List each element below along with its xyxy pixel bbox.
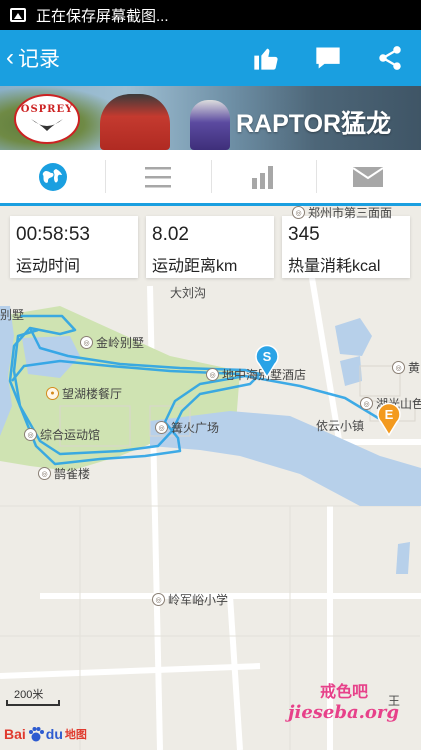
image-icon (10, 8, 26, 22)
map-poi: ◎ 岭军峪小学 (152, 591, 228, 608)
page-title: 记录 (18, 48, 60, 71)
comment-icon (316, 47, 340, 69)
poi-icon: ◎ (80, 336, 93, 349)
start-marker[interactable]: S (254, 344, 280, 378)
map-label: 望湖楼餐厅 (62, 387, 123, 401)
poi-icon: ◎ (292, 206, 305, 219)
scale-bar (6, 700, 60, 706)
map-poi: ● 望湖楼餐厅 (46, 385, 122, 402)
share-icon (379, 46, 401, 70)
stat-value-calories: 345 (288, 224, 320, 245)
baidu-logo: Bai du 地图 (4, 725, 87, 743)
end-marker[interactable]: E (376, 402, 402, 436)
map-scale: 200米 (4, 686, 62, 706)
baidu-logo-text: Bai (4, 726, 26, 742)
stat-value-distance: 8.02 (152, 224, 189, 245)
map-label: 金岭别墅 (96, 336, 145, 350)
baidu-logo-text: 地图 (64, 729, 87, 741)
banner-rider (100, 94, 170, 150)
map-poi: ◎ 综合运动馆 (24, 426, 100, 443)
watermark: 戒色吧 jieseba.org (286, 676, 416, 740)
tab-list[interactable] (105, 150, 210, 203)
comment-button[interactable] (297, 30, 359, 86)
stat-label-calories: 热量消耗kcal (288, 258, 381, 275)
map-poi: ◎ 篝火广场 (155, 419, 219, 436)
thumbs-up-icon (254, 48, 278, 70)
start-marker-label: S (263, 349, 272, 364)
stat-card-distance: 8.02 运动距离km (146, 216, 274, 278)
watermark-url: jieseba.org (288, 702, 399, 723)
map-poi: ◎ 金岭别墅 (80, 334, 144, 351)
map-label: 大刘沟 (170, 286, 207, 300)
tab-bar (0, 150, 421, 206)
map-label: 鹊雀楼 (54, 467, 91, 481)
tab-map[interactable] (0, 150, 105, 203)
route-map[interactable]: 00:58:53 运动时间 8.02 运动距离km 345 热量消耗kcal ◎… (0, 206, 421, 750)
stat-value-time: 00:58:53 (16, 224, 90, 245)
restaurant-icon: ● (46, 387, 59, 400)
list-icon (144, 166, 171, 187)
map-label: 别墅 (0, 308, 25, 322)
bird-logo-icon (31, 118, 63, 131)
status-text: 正在保存屏幕截图... (36, 7, 169, 25)
map-label: 郑州市第三面面 (308, 206, 393, 220)
envelope-icon (352, 166, 384, 187)
title-bar: ‹ 记录 (0, 30, 421, 86)
poi-icon: ◎ (360, 397, 373, 410)
map-label: 综合运动馆 (40, 428, 101, 442)
like-button[interactable] (235, 30, 297, 86)
banner-slogan: RAPTOR猛龙 (236, 110, 392, 138)
map-label: 岭军峪小学 (168, 593, 229, 607)
bar-chart-icon (252, 165, 274, 189)
banner-rider (190, 100, 230, 150)
tab-message[interactable] (315, 150, 421, 203)
poi-icon: ◎ (152, 593, 165, 606)
map-poi: ◎ 黄 (392, 359, 420, 376)
stat-label-distance: 运动距离km (152, 258, 238, 275)
poi-icon: ◎ (155, 421, 168, 434)
logo-text: OSPREY (20, 103, 74, 115)
stat-card-calories: 345 热量消耗kcal (282, 216, 410, 278)
tab-chart[interactable] (210, 150, 316, 203)
poi-icon: ◎ (24, 428, 37, 441)
share-button[interactable] (359, 30, 421, 86)
map-label: 依云小镇 (316, 419, 365, 433)
ad-banner[interactable]: OSPREY RAPTOR猛龙 (0, 86, 421, 150)
globe-icon (38, 162, 67, 191)
map-label: 篝火广场 (171, 421, 220, 435)
poi-icon: ◎ (38, 467, 51, 480)
map-poi: ◎ 鹊雀楼 (38, 465, 90, 482)
paw-icon (28, 727, 44, 742)
chevron-left-icon: ‹ (6, 44, 14, 71)
osprey-logo: OSPREY (14, 94, 80, 144)
poi-icon: ◎ (206, 368, 219, 381)
back-button[interactable]: ‹ 记录 (0, 30, 60, 86)
status-bar: 正在保存屏幕截图... (0, 0, 421, 30)
watermark-text: 戒色吧 (320, 682, 369, 701)
end-marker-label: E (385, 407, 394, 422)
map-label: 黄 (408, 361, 421, 375)
stat-label-time: 运动时间 (16, 258, 81, 275)
map-poi: ◎ 郑州市第三面面 (292, 206, 392, 221)
poi-icon: ◎ (392, 361, 405, 374)
baidu-logo-text: du (45, 726, 63, 742)
stat-card-time: 00:58:53 运动时间 (10, 216, 138, 278)
